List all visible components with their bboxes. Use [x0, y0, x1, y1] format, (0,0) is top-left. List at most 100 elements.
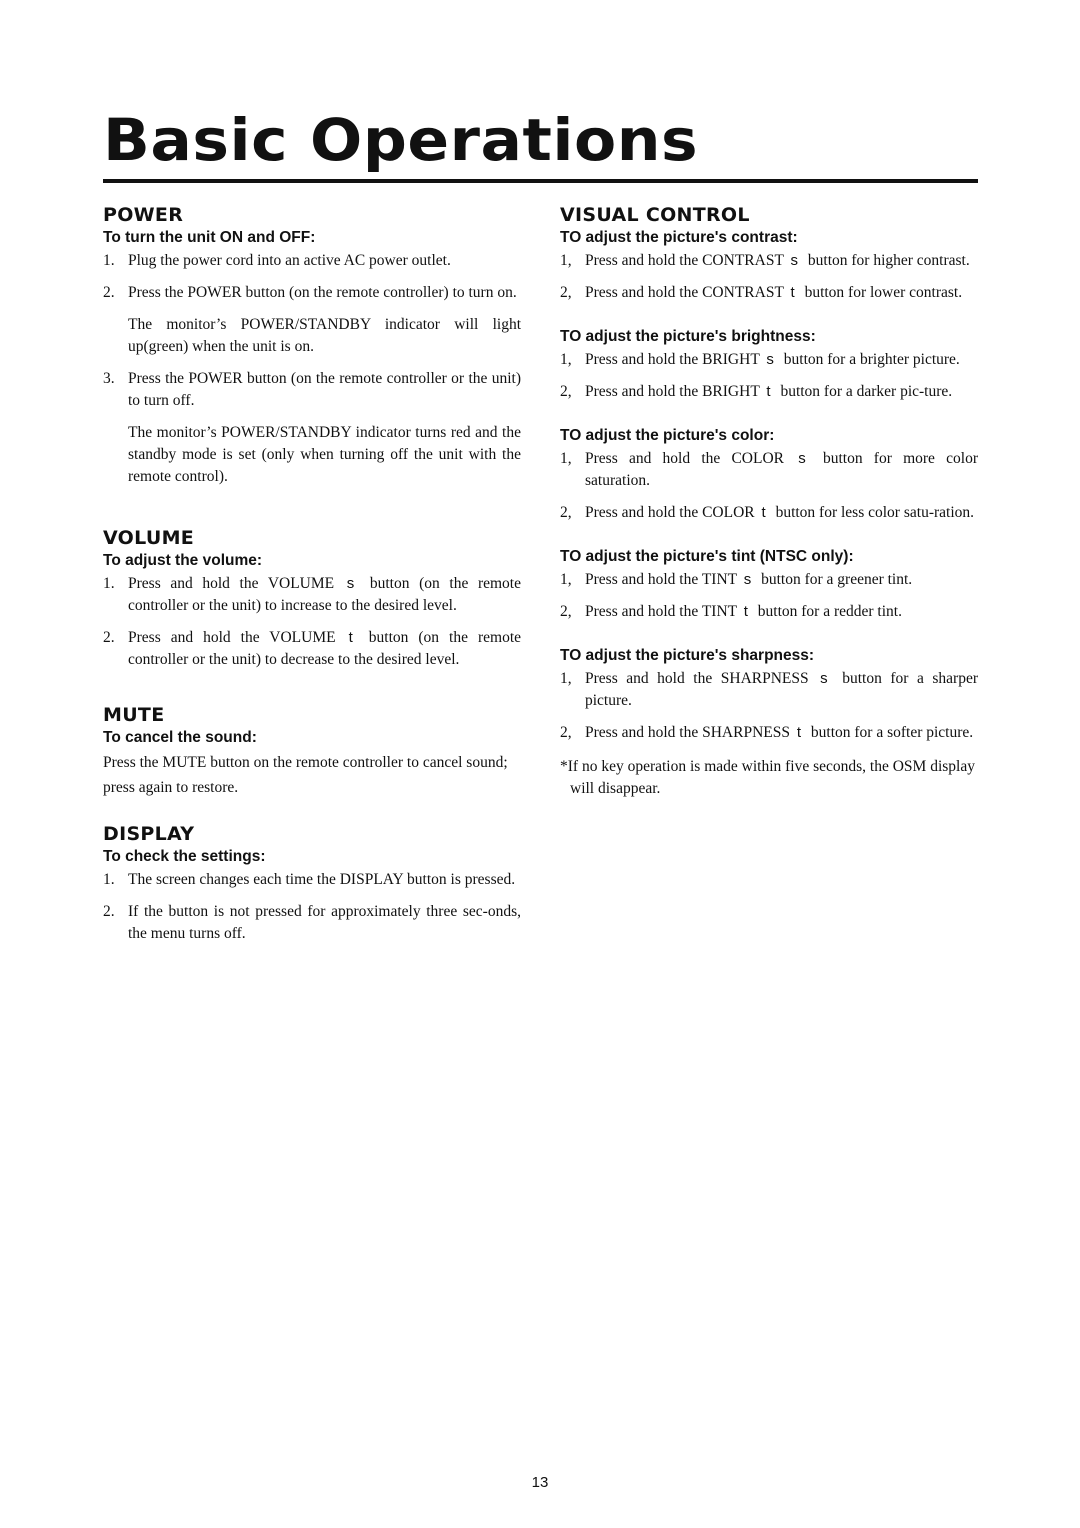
display-steps: 1. The screen changes each time the DISP…	[103, 869, 521, 945]
step-number: 2.	[103, 629, 115, 646]
step-number: 2.	[103, 903, 115, 920]
up-arrow-icon: s	[790, 252, 799, 269]
list-item: 2. If the button is not pressed for appr…	[103, 901, 521, 945]
step-number: 2,	[560, 504, 572, 521]
list-item: 1, Press and hold the BRIGHT s button fo…	[560, 349, 978, 371]
power-steps: 1. Plug the power cord into an active AC…	[103, 250, 521, 304]
list-item: 2, Press and hold the SHARPNESS t button…	[560, 722, 978, 744]
volume-heading: VOLUME	[103, 527, 195, 549]
tint-steps: 1, Press and hold the TINT s button for …	[560, 569, 978, 623]
power-heading: POWER	[103, 204, 184, 226]
page-title: Basic Operations	[103, 106, 699, 174]
brightness-subheading: TO adjust the picture's brightness:	[560, 328, 816, 345]
contrast-subheading: TO adjust the picture's contrast:	[560, 229, 798, 246]
color-steps: 1, Press and hold the COLOR s button for…	[560, 448, 978, 524]
step-text-pre: Press and hold the BRIGHT	[585, 383, 760, 400]
step-text-pre: Press and hold the COLOR	[585, 504, 755, 521]
sharpness-steps: 1, Press and hold the SHARPNESS s button…	[560, 668, 978, 744]
step-text-pre: Press and hold the CONTRAST	[585, 252, 784, 269]
step-text-pre: Press and hold the TINT	[585, 571, 737, 588]
step-text-post: button for less color satu-ration.	[775, 504, 975, 521]
step-number: 1.	[103, 252, 115, 269]
up-arrow-icon: s	[346, 575, 355, 592]
list-item: 1, Press and hold the TINT s button for …	[560, 569, 978, 591]
list-item: 3. Press the POWER button (on the remote…	[103, 368, 521, 412]
step-number: 1,	[560, 571, 572, 588]
down-arrow-icon: t	[348, 629, 353, 646]
list-item: 1. The screen changes each time the DISP…	[103, 869, 521, 891]
display-heading: DISPLAY	[103, 823, 195, 845]
power-off-note: The monitor’s POWER/STANDBY indicator tu…	[128, 424, 521, 485]
step-text-pre: Press and hold the SHARPNESS	[585, 724, 790, 741]
color-subheading: TO adjust the picture's color:	[560, 427, 775, 444]
sharpness-subheading: TO adjust the picture's sharpness:	[560, 647, 815, 664]
list-item: 1. Plug the power cord into an active AC…	[103, 250, 521, 272]
down-arrow-icon: t	[796, 724, 802, 741]
power-subheading: To turn the unit ON and OFF:	[103, 229, 316, 246]
visual-control-heading: VISUAL CONTROL	[560, 204, 750, 226]
list-item: 2, Press and hold the COLOR t button for…	[560, 502, 978, 524]
mute-heading: MUTE	[103, 704, 165, 726]
volume-steps: 1. Press and hold the VOLUME s button (o…	[103, 573, 521, 671]
step-number: 2,	[560, 383, 572, 400]
step-text-pre: Press and hold the CONTRAST	[585, 284, 784, 301]
step-text-post: button for a greener tint.	[761, 571, 913, 588]
step-text-pre: Press and hold the SHARPNESS	[585, 670, 809, 687]
up-arrow-icon: s	[743, 571, 752, 588]
page-number: 13	[531, 1474, 549, 1491]
tint-group: TO adjust the picture's tint (NTSC only)…	[560, 547, 978, 623]
mute-text: Press the MUTE button on the remote cont…	[103, 754, 508, 796]
tint-subheading: TO adjust the picture's tint (NTSC only)…	[560, 548, 854, 565]
title-rule	[103, 179, 978, 183]
step-number: 2.	[103, 284, 115, 301]
color-group: TO adjust the picture's color: 1, Press …	[560, 426, 978, 524]
list-item: 1, Press and hold the CONTRAST s button …	[560, 250, 978, 272]
display-subheading: To check the settings:	[103, 848, 266, 865]
volume-section: VOLUME To adjust the volume: 1. Press an…	[103, 526, 521, 671]
down-arrow-icon: t	[790, 284, 795, 301]
step-text: Plug the power cord into an active AC po…	[128, 252, 451, 269]
step-text-post: button for a redder tint.	[757, 603, 902, 620]
list-item: 2, Press and hold the BRIGHT t button fo…	[560, 381, 978, 403]
power-on-note: The monitor’s POWER/STANDBY indicator wi…	[128, 316, 521, 355]
brightness-steps: 1, Press and hold the BRIGHT s button fo…	[560, 349, 978, 403]
down-arrow-icon: t	[761, 504, 766, 521]
step-number: 1,	[560, 351, 572, 368]
step-text-pre: Press and hold the COLOR	[585, 450, 785, 467]
step-number: 1.	[103, 575, 115, 592]
up-arrow-icon: s	[798, 450, 806, 467]
step-text-pre: Press and hold the VOLUME	[128, 629, 336, 646]
list-item: 1. Press and hold the VOLUME s button (o…	[103, 573, 521, 617]
brightness-group: TO adjust the picture's brightness: 1, P…	[560, 327, 978, 403]
list-item: 1, Press and hold the SHARPNESS s button…	[560, 668, 978, 712]
mute-subheading: To cancel the sound:	[103, 729, 257, 746]
step-text-post: button for a softer picture.	[810, 724, 974, 741]
step-number: 1,	[560, 252, 572, 269]
step-text-post: button for higher contrast.	[807, 252, 970, 269]
step-text: Press the POWER button (on the remote co…	[128, 370, 521, 409]
right-column: VISUAL CONTROL TO adjust the picture's c…	[560, 203, 978, 816]
list-item: 2. Press and hold the VOLUME t button (o…	[103, 627, 521, 671]
step-text-pre: Press and hold the VOLUME	[128, 575, 335, 592]
list-item: 2. Press the POWER button (on the remote…	[103, 282, 521, 304]
up-arrow-icon: s	[766, 351, 774, 368]
contrast-group: TO adjust the picture's contrast: 1, Pre…	[560, 228, 978, 304]
step-text-pre: Press and hold the BRIGHT	[585, 351, 760, 368]
step-text: If the button is not pressed for approxi…	[128, 903, 521, 942]
down-arrow-icon: t	[743, 603, 748, 620]
step-number: 1.	[103, 871, 115, 888]
step-text-post: button for lower contrast.	[804, 284, 963, 301]
power-steps-cont: 3. Press the POWER button (on the remote…	[103, 368, 521, 412]
list-item: 2, Press and hold the CONTRAST t button …	[560, 282, 978, 304]
volume-subheading: To adjust the volume:	[103, 552, 263, 569]
step-number: 2,	[560, 603, 572, 620]
up-arrow-icon: s	[820, 670, 828, 687]
step-text: The screen changes each time the DISPLAY…	[128, 871, 516, 888]
step-number: 2,	[560, 284, 572, 301]
step-number: 2,	[560, 724, 572, 741]
contrast-steps: 1, Press and hold the CONTRAST s button …	[560, 250, 978, 304]
footnote: *If no key operation is made within five…	[560, 758, 975, 797]
list-item: 2, Press and hold the TINT t button for …	[560, 601, 978, 623]
step-text-post: button for a darker pic-ture.	[780, 383, 953, 400]
mute-section: MUTE To cancel the sound: Press the MUTE…	[103, 703, 521, 800]
